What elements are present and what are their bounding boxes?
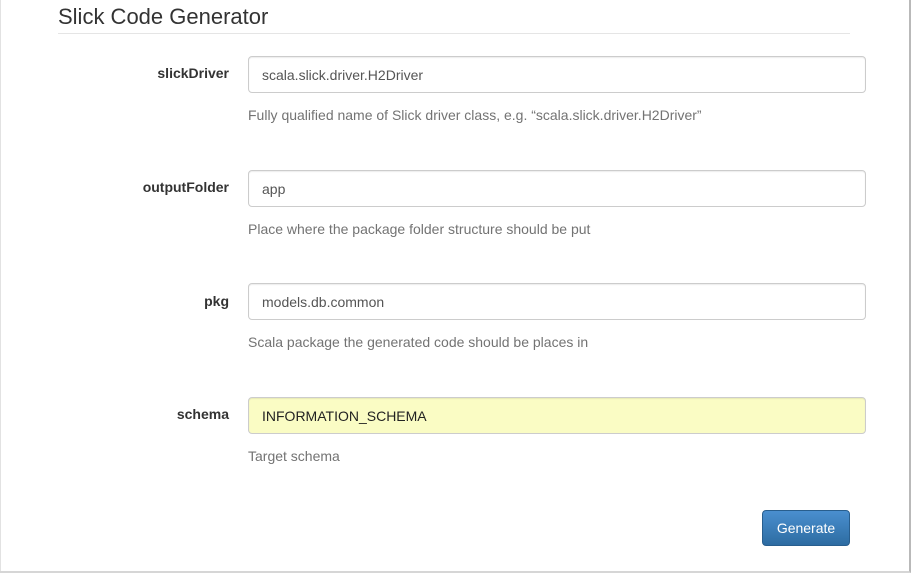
slick-driver-label: slickDriver	[157, 65, 229, 81]
schema-input[interactable]	[248, 397, 866, 434]
slick-driver-help: Fully qualified name of Slick driver cla…	[248, 107, 702, 123]
pkg-label: pkg	[204, 293, 229, 309]
schema-help: Target schema	[248, 448, 340, 464]
page-frame: Slick Code Generator slickDriver Fully q…	[0, 0, 911, 573]
output-folder-input[interactable]	[248, 170, 866, 207]
slick-driver-input[interactable]	[248, 56, 866, 93]
schema-label: schema	[176, 406, 229, 422]
title-divider	[58, 33, 850, 34]
output-folder-help: Place where the package folder structure…	[248, 221, 591, 237]
pkg-help: Scala package the generated code should …	[248, 334, 589, 350]
page-title: Slick Code Generator	[58, 4, 269, 29]
output-folder-label: outputFolder	[142, 179, 229, 195]
pkg-input[interactable]	[248, 283, 866, 320]
generate-button[interactable]: Generate	[762, 510, 850, 546]
